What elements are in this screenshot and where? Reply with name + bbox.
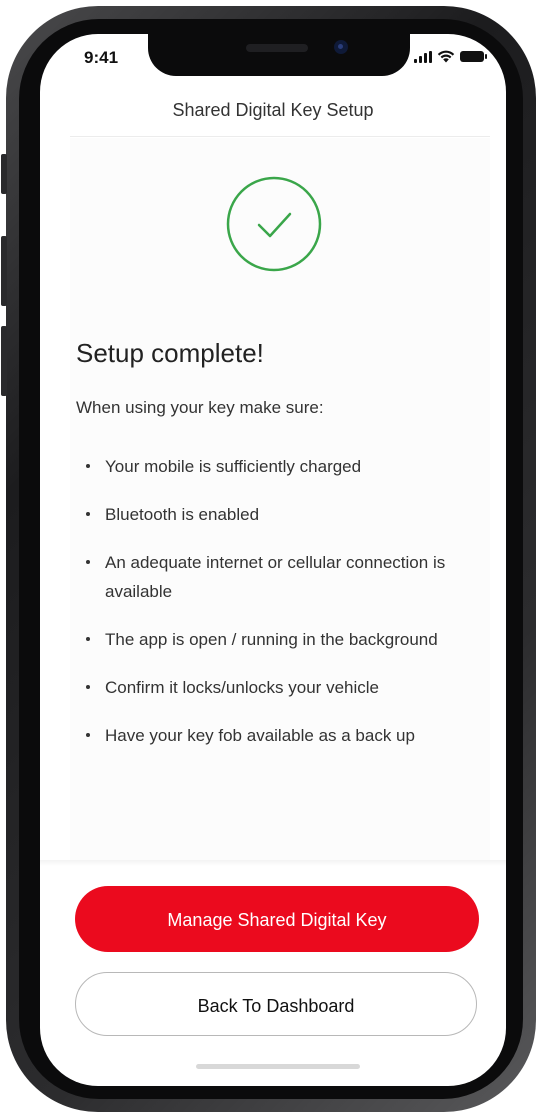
home-indicator[interactable] (196, 1064, 360, 1069)
bullet-icon (86, 637, 90, 641)
phone-screen: 9:41 Shared Digital Key Setup Setup comp… (40, 34, 506, 1086)
list-item: Have your key fob available as a back up (76, 721, 476, 750)
bullet-icon (86, 685, 90, 689)
setup-complete-heading: Setup complete! (76, 338, 264, 368)
header-divider (70, 136, 490, 137)
requirements-list: Your mobile is sufficiently charged Blue… (76, 452, 476, 769)
manage-shared-digital-key-button[interactable]: Manage Shared Digital Key (75, 886, 479, 952)
list-item-text: Confirm it locks/unlocks your vehicle (105, 678, 379, 697)
bullet-icon (86, 464, 90, 468)
page-title: Shared Digital Key Setup (172, 100, 374, 120)
list-item-text: Bluetooth is enabled (105, 505, 260, 524)
bullet-icon (86, 560, 90, 564)
list-item-text: Have your key fob available as a back up (105, 726, 415, 745)
front-camera (334, 40, 348, 54)
notch (148, 34, 410, 76)
list-item-text: An adequate internet or cellular connect… (105, 553, 446, 601)
list-item: An adequate internet or cellular connect… (76, 548, 476, 606)
list-item-text: The app is open / running in the backgro… (105, 630, 438, 649)
page: 9:41 Shared Digital Key Setup Setup comp… (0, 0, 544, 1118)
footer-divider (40, 860, 506, 866)
speaker (246, 44, 308, 52)
list-item: Confirm it locks/unlocks your vehicle (76, 673, 476, 702)
bullet-icon (86, 733, 90, 737)
status-time: 9:41 (84, 48, 119, 67)
check-circle-icon (226, 176, 322, 272)
bullet-icon (86, 512, 90, 516)
volume-up-button (1, 236, 7, 306)
cellular-signal-icon (414, 50, 432, 63)
list-item-text: Your mobile is sufficiently charged (105, 457, 362, 476)
list-item: Bluetooth is enabled (76, 500, 476, 529)
status-icons (414, 50, 487, 63)
battery-icon (460, 51, 487, 62)
back-to-dashboard-button[interactable]: Back To Dashboard (75, 972, 477, 1036)
intro-text: When using your key make sure: (76, 398, 324, 417)
wifi-icon (437, 50, 455, 63)
volume-down-button (1, 326, 7, 396)
list-item: Your mobile is sufficiently charged (76, 452, 476, 481)
list-item: The app is open / running in the backgro… (76, 625, 476, 654)
mute-switch (1, 154, 7, 194)
